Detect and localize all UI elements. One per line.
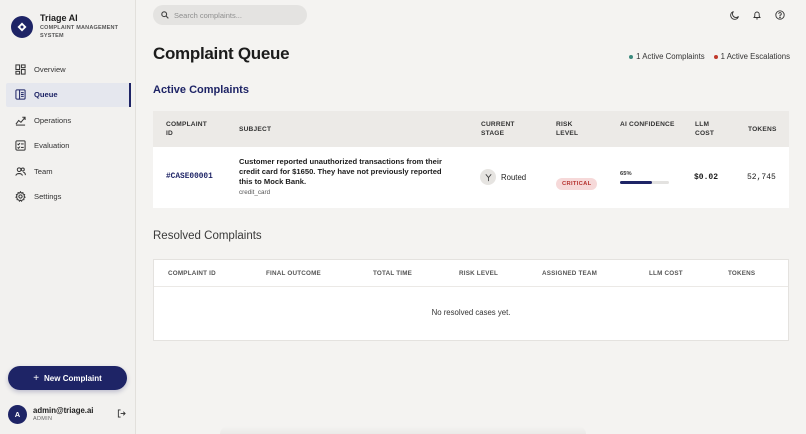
active-complaints-title: Active Complaints [153, 84, 249, 96]
column-header-subject: SUBJECT [239, 126, 272, 133]
column-header-complaint-id: COMPLAINT ID [166, 121, 207, 137]
sidebar-item-evaluation[interactable]: Evaluation [6, 134, 130, 158]
column-header-current-stage: CURRENT STAGE [481, 121, 515, 137]
subject-category: credit_card [239, 189, 271, 196]
column-header-tokens: TOKENS [748, 126, 777, 133]
confidence-value: 65% [620, 171, 632, 177]
sidebar-item-label: Queue [34, 90, 58, 100]
stage-cell: Routed [480, 169, 526, 185]
search-icon [161, 11, 169, 19]
user-profile: A admin@triage.ai ADMIN [8, 404, 128, 424]
active-complaints-status: 1 Active Complaints [629, 52, 705, 61]
risk-badge: CRITICAL [556, 178, 598, 190]
llm-cost-value: $0.02 [694, 173, 719, 182]
bottom-shadow [220, 426, 586, 434]
user-email: admin@triage.ai [33, 406, 94, 415]
new-complaint-button[interactable]: + New Complaint [8, 366, 127, 390]
list-icon [15, 89, 26, 100]
sidebar: Triage AI COMPLAINT MANAGEMENT SYSTEM Ov… [0, 0, 136, 434]
sidebar-item-queue[interactable]: Queue [6, 82, 131, 107]
brand: Triage AI COMPLAINT MANAGEMENT SYSTEM [11, 13, 124, 40]
help-icon[interactable] [775, 10, 785, 20]
checklist-icon [15, 140, 26, 151]
sidebar-item-label: Operations [34, 115, 72, 125]
new-complaint-label: New Complaint [44, 373, 102, 383]
sidebar-item-label: Evaluation [34, 141, 70, 151]
search-input[interactable] [174, 10, 299, 20]
sidebar-item-overview[interactable]: Overview [6, 57, 130, 81]
bell-icon[interactable] [752, 10, 762, 20]
subject-cell: Customer reported unauthorized transacti… [239, 157, 457, 196]
sidebar-item-team[interactable]: Team [6, 159, 130, 183]
escalation-status-dot [713, 54, 718, 59]
status-summary: 1 Active Complaints 1 Active Escalations [620, 52, 790, 61]
trend-icon [15, 116, 26, 126]
tokens-value: 52,745 [747, 173, 776, 182]
complaint-id-link[interactable]: #CASE00001 [166, 173, 213, 181]
page-title: Complaint Queue [153, 44, 290, 63]
sidebar-item-label: Overview [34, 64, 66, 74]
risk-cell: CRITICAL [556, 172, 598, 190]
search-bar[interactable] [153, 5, 307, 25]
active-complaints-table: COMPLAINT ID SUBJECT CURRENT STAGE RISK … [153, 111, 789, 208]
resolved-complaints-title: Resolved Complaints [153, 230, 262, 242]
column-header-complaint-id: COMPLAINT ID [168, 270, 216, 277]
sidebar-item-label: Settings [34, 192, 62, 202]
sidebar-nav: Overview Queue Operations Evaluation Tea… [6, 57, 131, 211]
app-name: Triage AI [40, 13, 78, 23]
sidebar-item-label: Team [34, 166, 53, 176]
column-header-tokens: TOKENS [728, 270, 756, 277]
plus-icon: + [33, 372, 40, 384]
table-header: COMPLAINT ID SUBJECT CURRENT STAGE RISK … [153, 111, 789, 147]
stage-label: Routed [501, 172, 527, 182]
active-count-label: 1 Active Complaints [636, 52, 705, 61]
routed-icon [480, 169, 496, 185]
column-header-risk-level: RISK LEVEL [556, 121, 579, 137]
users-icon [15, 167, 26, 176]
avatar: A [8, 404, 27, 424]
logo-icon [11, 16, 33, 38]
logout-icon[interactable] [117, 409, 126, 418]
column-header-llm-cost: LLM COST [649, 270, 683, 277]
confidence-bar-fill [620, 181, 652, 184]
confidence-bar [620, 181, 669, 184]
confidence-cell: 65% [620, 171, 669, 184]
empty-state-message: No resolved cases yet. [431, 308, 511, 317]
gear-icon [15, 191, 26, 203]
active-status-dot [629, 54, 634, 59]
sidebar-item-settings[interactable]: Settings [6, 185, 130, 209]
app-subtitle: COMPLAINT MANAGEMENT SYSTEM [40, 25, 119, 39]
active-escalations-status: 1 Active Escalations [713, 52, 790, 61]
escalation-count-label: 1 Active Escalations [720, 52, 790, 61]
column-header-llm-cost: LLM COST [695, 121, 715, 137]
column-header-final-outcome: FINAL OUTCOME [266, 270, 321, 277]
moon-icon[interactable] [730, 10, 740, 20]
grid-icon [15, 63, 26, 75]
user-role: ADMIN [33, 416, 53, 422]
divider [154, 286, 788, 287]
column-header-assigned-team: ASSIGNED TEAM [542, 270, 598, 277]
sidebar-item-operations[interactable]: Operations [6, 108, 130, 132]
column-header-total-time: TOTAL TIME [373, 270, 413, 277]
column-header-ai-confidence: AI CONFIDENCE [620, 121, 675, 128]
resolved-complaints-table: COMPLAINT ID FINAL OUTCOME TOTAL TIME RI… [153, 259, 789, 341]
subject-text: Customer reported unauthorized transacti… [239, 157, 442, 186]
column-header-risk-level: RISK LEVEL [459, 270, 499, 277]
